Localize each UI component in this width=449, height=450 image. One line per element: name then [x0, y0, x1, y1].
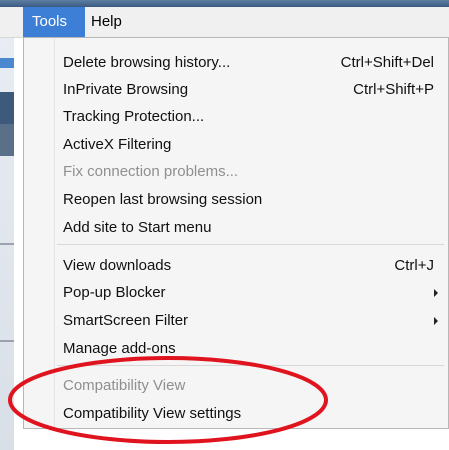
menu-item-tracking-protection[interactable]: Tracking Protection...: [63, 105, 204, 128]
menu-tools[interactable]: Tools: [23, 7, 85, 37]
shortcut-view-downloads: Ctrl+J: [394, 257, 434, 274]
background-fragment: [0, 340, 14, 342]
window-title-bar: [0, 0, 449, 7]
menu-item-inprivate-browsing[interactable]: InPrivate Browsing: [63, 78, 188, 101]
menu-item-popup-blocker[interactable]: Pop-up Blocker: [63, 281, 166, 304]
menu-item-reopen-last-session[interactable]: Reopen last browsing session: [63, 188, 262, 211]
menu-item-manage-addons[interactable]: Manage add-ons: [63, 337, 176, 360]
menu-separator: [57, 244, 444, 245]
background-fragment: [0, 58, 14, 68]
menu-item-compatibility-view: Compatibility View: [63, 377, 186, 394]
menu-help[interactable]: Help: [91, 7, 122, 37]
menu-separator: [57, 365, 444, 366]
menu-item-smartscreen-filter[interactable]: SmartScreen Filter: [63, 309, 188, 332]
shortcut-inprivate-browsing: Ctrl+Shift+P: [353, 81, 434, 98]
submenu-arrow-icon: [434, 317, 438, 325]
background-fragment: [0, 243, 14, 245]
tools-dropdown-menu: Delete browsing history... Ctrl+Shift+De…: [23, 37, 449, 429]
menu-item-activex-filtering[interactable]: ActiveX Filtering: [63, 133, 171, 156]
menu-gutter: [54, 38, 55, 428]
background-fragment: [0, 92, 14, 124]
menu-item-add-site-to-start[interactable]: Add site to Start menu: [63, 216, 211, 239]
shortcut-delete-browsing-history: Ctrl+Shift+Del: [340, 54, 434, 71]
background-fragment: [0, 124, 14, 156]
menu-item-compatibility-view-settings[interactable]: Compatibility View settings: [63, 402, 241, 425]
submenu-arrow-icon: [434, 289, 438, 297]
menu-item-delete-browsing-history[interactable]: Delete browsing history...: [63, 51, 230, 74]
menu-item-view-downloads[interactable]: View downloads: [63, 254, 171, 277]
menu-item-fix-connection-problems: Fix connection problems...: [63, 163, 239, 180]
